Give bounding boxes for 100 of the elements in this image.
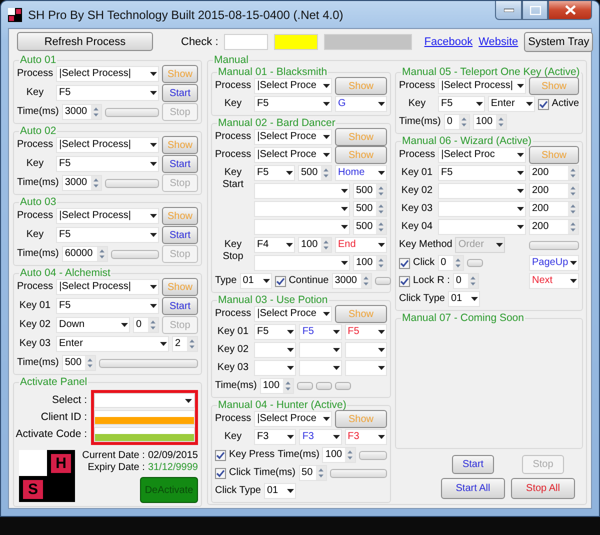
spin-box[interactable]: 500 bbox=[298, 165, 332, 181]
dropdown[interactable]: |Select Process| bbox=[56, 279, 159, 295]
dropdown[interactable]: |Select Proce bbox=[254, 147, 332, 163]
small-button[interactable] bbox=[334, 382, 351, 390]
spin-arrows-icon[interactable] bbox=[568, 166, 578, 180]
action-button[interactable]: Start bbox=[162, 297, 198, 315]
refresh-button[interactable]: Refresh Process bbox=[17, 32, 153, 51]
dropdown[interactable]: F5 bbox=[254, 96, 332, 112]
dropdown[interactable]: F3 bbox=[299, 429, 342, 445]
spin-arrows-icon[interactable] bbox=[84, 356, 95, 370]
spin-box[interactable]: 500 bbox=[62, 355, 96, 371]
link[interactable]: Website bbox=[478, 36, 518, 48]
dropdown[interactable]: PageUp bbox=[529, 255, 579, 271]
dropdown[interactable]: |Select Process| bbox=[438, 78, 526, 94]
dropdown[interactable]: |Select Process| bbox=[56, 137, 159, 153]
spin-box[interactable]: 100 bbox=[298, 237, 332, 253]
spin-box[interactable]: 0 bbox=[452, 273, 479, 289]
checkbox[interactable]: Continue bbox=[274, 275, 329, 287]
small-button[interactable] bbox=[316, 382, 332, 390]
spin-box[interactable]: 2 bbox=[172, 336, 198, 352]
input-field[interactable] bbox=[94, 410, 195, 425]
dropdown[interactable]: |Select Proce bbox=[254, 306, 332, 322]
spin-box[interactable]: 100 bbox=[260, 378, 294, 394]
dropdown[interactable] bbox=[344, 342, 387, 358]
close-button[interactable] bbox=[548, 1, 592, 20]
spin-box[interactable]: 0 bbox=[133, 317, 159, 333]
spin-box[interactable]: 200 bbox=[529, 201, 579, 217]
spin-box[interactable]: 3000 bbox=[62, 175, 102, 191]
dropdown[interactable] bbox=[344, 360, 387, 376]
spin-box[interactable]: 0 bbox=[444, 114, 470, 130]
spin-arrows-icon[interactable] bbox=[452, 256, 463, 270]
dropdown[interactable]: F5 bbox=[438, 165, 526, 181]
spin-arrows-icon[interactable] bbox=[360, 274, 371, 288]
checkbox[interactable]: Click bbox=[399, 257, 435, 269]
dropdown[interactable]: 01 bbox=[264, 483, 296, 499]
spin-arrows-icon[interactable] bbox=[568, 220, 578, 234]
maximize-button[interactable] bbox=[522, 1, 548, 20]
spin-arrows-icon[interactable] bbox=[316, 466, 326, 480]
spin-arrows-icon[interactable] bbox=[282, 379, 293, 393]
spin-box[interactable]: 100 bbox=[322, 447, 356, 463]
dropdown[interactable]: |Select Proce bbox=[254, 78, 332, 94]
action-button[interactable]: Start bbox=[162, 226, 198, 244]
spin-arrows-icon[interactable] bbox=[468, 274, 478, 288]
dropdown[interactable]: |Select Proce bbox=[254, 129, 332, 145]
system-tray-button[interactable]: System Tray bbox=[524, 32, 594, 52]
spin-arrows-icon[interactable] bbox=[345, 448, 356, 462]
spin-box[interactable]: 100 bbox=[472, 114, 507, 130]
spin-arrows-icon[interactable] bbox=[90, 176, 101, 190]
checkbox[interactable]: Active bbox=[538, 98, 580, 110]
spin-box[interactable]: 200 bbox=[529, 165, 579, 181]
dropdown[interactable]: F5 bbox=[254, 165, 295, 181]
action-button[interactable]: Start bbox=[452, 455, 494, 474]
spin-box[interactable]: 0 bbox=[438, 255, 464, 271]
dropdown[interactable]: |Select Process| bbox=[56, 66, 159, 82]
dropdown[interactable]: F3 bbox=[344, 429, 387, 445]
spin-arrows-icon[interactable] bbox=[187, 337, 197, 351]
link[interactable]: Facebook bbox=[424, 36, 473, 48]
dropdown[interactable]: F5 bbox=[56, 227, 159, 243]
dropdown[interactable]: |Select Process| bbox=[56, 208, 159, 224]
action-button[interactable]: Start All bbox=[441, 478, 505, 499]
dropdown[interactable]: Home bbox=[335, 165, 387, 181]
spin-arrows-icon[interactable] bbox=[90, 105, 101, 119]
dropdown[interactable]: 01 bbox=[448, 291, 480, 307]
checkbox[interactable]: Click bbox=[215, 467, 251, 479]
dropdown[interactable]: F5 bbox=[299, 324, 342, 340]
spin-box[interactable]: 500 bbox=[353, 219, 387, 235]
dropdown[interactable]: Enter bbox=[56, 336, 169, 352]
dropdown[interactable]: F5 bbox=[56, 85, 159, 101]
small-button[interactable] bbox=[296, 382, 313, 390]
spin-arrows-icon[interactable] bbox=[321, 166, 331, 180]
spin-box[interactable]: 3000 bbox=[62, 104, 102, 120]
action-button[interactable]: Start bbox=[162, 84, 198, 102]
dropdown[interactable] bbox=[299, 360, 342, 376]
dropdown[interactable]: F5 bbox=[56, 298, 159, 314]
dropdown[interactable]: F3 bbox=[254, 429, 296, 445]
dropdown[interactable]: Down bbox=[56, 317, 130, 333]
spin-box[interactable]: 50 bbox=[298, 465, 327, 481]
checkbox[interactable]: Lock bbox=[399, 275, 434, 287]
dropdown[interactable]: Next bbox=[529, 273, 579, 289]
spin-arrows-icon[interactable] bbox=[321, 238, 331, 252]
dropdown[interactable] bbox=[299, 342, 342, 358]
dropdown[interactable] bbox=[254, 342, 296, 358]
dropdown[interactable]: Enter bbox=[488, 96, 535, 112]
spin-box[interactable]: 60000 bbox=[62, 246, 108, 262]
small-button[interactable] bbox=[374, 277, 391, 285]
dropdown[interactable]: F5 bbox=[56, 156, 159, 172]
spin-box[interactable]: 500 bbox=[353, 183, 387, 199]
action-button[interactable]: Stop All bbox=[511, 478, 575, 499]
minimize-button[interactable] bbox=[495, 1, 522, 20]
spin-box[interactable]: 200 bbox=[529, 183, 579, 199]
action-button[interactable]: Start bbox=[162, 155, 198, 173]
spin-arrows-icon[interactable] bbox=[96, 247, 107, 261]
spin-arrows-icon[interactable] bbox=[458, 115, 469, 129]
spin-box[interactable]: 3000 bbox=[332, 273, 372, 289]
dropdown[interactable]: F5 bbox=[254, 324, 296, 340]
dropdown[interactable]: F5 bbox=[438, 96, 485, 112]
spin-arrows-icon[interactable] bbox=[376, 202, 386, 216]
spin-box[interactable]: 100 bbox=[353, 255, 387, 271]
spin-arrows-icon[interactable] bbox=[568, 184, 578, 198]
spin-arrows-icon[interactable] bbox=[376, 220, 386, 234]
